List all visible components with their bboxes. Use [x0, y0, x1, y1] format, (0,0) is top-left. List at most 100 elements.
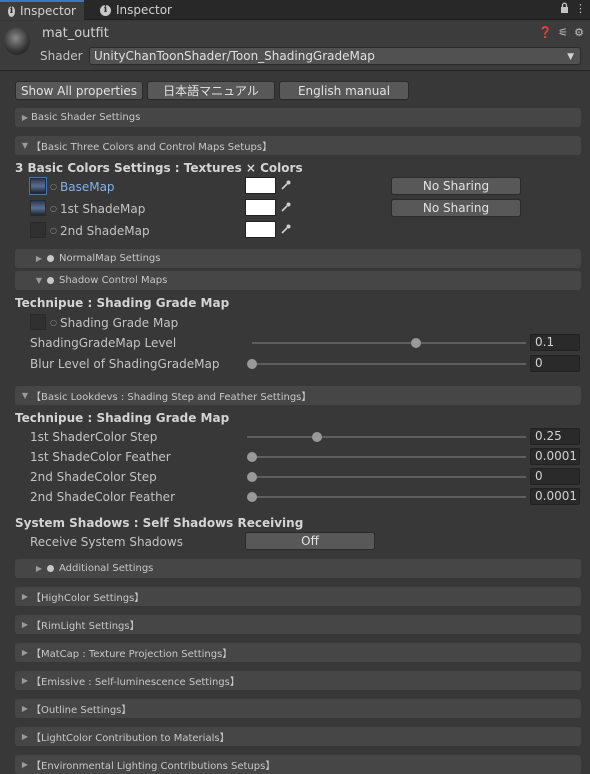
triangle-right-icon: ▶	[21, 620, 29, 629]
additional-settings-foldout[interactable]: ▶ Additional Settings	[15, 559, 581, 578]
1st-shader-color-step-field[interactable]: 0.25	[530, 428, 580, 445]
2nd-shade-color-feather-slider-knob[interactable]	[247, 492, 257, 502]
show-all-properties-button[interactable]: Show All properties	[15, 81, 143, 100]
emissive-settings-foldout[interactable]: ▶ 【Emissive : Self-luminescence Settings…	[15, 671, 581, 690]
1st-shademap-sharing-button[interactable]: No Sharing	[391, 199, 521, 217]
foldout-label: NormalMap Settings	[59, 253, 161, 264]
triangle-down-icon: ▼	[21, 141, 29, 150]
foldout-label: Basic Shader Settings	[31, 112, 141, 123]
foldout-label: Shadow Control Maps	[59, 275, 168, 286]
basemap-color-swatch[interactable]	[245, 177, 276, 194]
basemap-sharing-button[interactable]: No Sharing	[391, 177, 521, 195]
eyedropper-icon[interactable]	[277, 199, 294, 216]
basemap-texture-slot[interactable]	[29, 177, 47, 195]
2nd-shade-color-step-slider-track[interactable]	[252, 476, 526, 478]
triangle-right-icon: ▶	[21, 113, 29, 122]
normalmap-settings-foldout[interactable]: ▶ NormalMap Settings	[15, 249, 581, 268]
object-picker-icon[interactable]: ○	[50, 318, 57, 327]
blur-level-slider-knob[interactable]	[247, 359, 257, 369]
foldout-label: 【Basic Lookdevs : Shading Step and Feath…	[31, 392, 312, 403]
2nd-shademap-color-swatch[interactable]	[245, 221, 276, 238]
tab-inspector-1[interactable]: i Inspector	[0, 0, 84, 20]
receive-shadows-label: Receive System Shadows	[30, 535, 183, 549]
1st-shademap-label: 1st ShadeMap	[60, 202, 146, 216]
shader-value: UnityChanToonShader/Toon_ShadingGradeMap	[94, 49, 375, 63]
triangle-right-icon: ▶	[21, 760, 29, 769]
eyedropper-icon[interactable]	[277, 177, 294, 194]
foldout-label: 【Environmental Lighting Contributions Se…	[31, 761, 276, 772]
lookdev-technique-heading: Technipue : Shading Grade Map	[15, 411, 230, 425]
1st-shade-color-feather-slider-track[interactable]	[252, 456, 526, 458]
2nd-shademap-texture-slot[interactable]	[30, 222, 46, 238]
three-colors-foldout[interactable]: ▼ 【Basic Three Colors and Control Maps S…	[15, 136, 581, 155]
slider-label: 2nd ShadeColor Feather	[30, 490, 176, 504]
1st-shademap-color-swatch[interactable]	[245, 199, 276, 216]
shading-grade-level-field[interactable]: 0.1	[530, 334, 580, 351]
lightcolor-contribution-foldout[interactable]: ▶ 【LightColor Contribution to Materials】	[15, 727, 581, 746]
system-shadows-heading: System Shadows : Self Shadows Receiving	[15, 516, 304, 530]
lookdevs-foldout[interactable]: ▼ 【Basic Lookdevs : Shading Step and Fea…	[15, 386, 581, 405]
slider-label: ShadingGradeMap Level	[30, 336, 177, 350]
english-manual-button[interactable]: English manual	[279, 81, 409, 100]
material-preview-avatar	[4, 27, 30, 55]
object-picker-icon[interactable]: ○	[50, 204, 57, 213]
rimlight-settings-foldout[interactable]: ▶ 【RimLight Settings】	[15, 615, 581, 634]
preset-icon[interactable]: ⚟	[558, 26, 568, 39]
help-icon[interactable]: ❓	[539, 26, 553, 39]
shading-grade-level-slider-track[interactable]	[252, 342, 526, 344]
environmental-lighting-foldout[interactable]: ▶ 【Environmental Lighting Contributions …	[15, 755, 581, 774]
shading-grade-level-slider-knob[interactable]	[411, 338, 422, 348]
shader-dropdown[interactable]: UnityChanToonShader/Toon_ShadingGradeMap…	[89, 47, 581, 65]
triangle-right-icon: ▶	[35, 254, 43, 263]
1st-shade-color-feather-field[interactable]: 0.0001	[530, 448, 580, 465]
blur-level-field[interactable]: 0	[530, 355, 580, 372]
2nd-shade-color-step-slider-knob[interactable]	[247, 472, 257, 482]
foldout-label: 【LightColor Contribution to Materials】	[31, 733, 230, 744]
highcolor-settings-foldout[interactable]: ▶ 【HighColor Settings】	[15, 587, 581, 606]
triangle-right-icon: ▶	[21, 676, 29, 685]
basemap-label: BaseMap	[60, 180, 115, 194]
gear-icon[interactable]: ⚙	[574, 26, 584, 39]
shading-grade-map-label: Shading Grade Map	[60, 316, 179, 330]
bullet-icon	[47, 565, 54, 572]
receive-shadows-toggle-button[interactable]: Off	[245, 532, 375, 550]
blur-level-slider-track[interactable]	[252, 363, 526, 365]
material-name: mat_outfit	[42, 26, 109, 41]
foldout-label: 【Outline Settings】	[31, 705, 132, 716]
tab-label: Inspector	[116, 3, 172, 17]
slider-label: Blur Level of ShadingGradeMap	[30, 357, 220, 371]
foldout-label: 【Emissive : Self-luminescence Settings】	[31, 677, 240, 688]
tab-bar: i Inspector i Inspector ⋮	[0, 0, 590, 20]
1st-shademap-texture-slot[interactable]	[30, 200, 46, 216]
bullet-icon	[47, 255, 54, 262]
foldout-label: 【MatCap : Texture Projection Settings】	[31, 649, 233, 660]
foldout-label: 【HighColor Settings】	[31, 593, 145, 604]
more-menu-icon[interactable]: ⋮	[575, 2, 586, 15]
shading-grade-map-texture-slot[interactable]	[30, 314, 46, 330]
basic-shader-settings-foldout[interactable]: ▶ Basic Shader Settings	[15, 108, 581, 127]
outline-settings-foldout[interactable]: ▶ 【Outline Settings】	[15, 699, 581, 718]
triangle-right-icon: ▶	[21, 592, 29, 601]
2nd-shade-color-feather-field[interactable]: 0.0001	[530, 488, 580, 505]
object-picker-icon[interactable]: ○	[50, 182, 57, 191]
bullet-icon	[47, 277, 54, 284]
2nd-shade-color-step-field[interactable]: 0	[530, 468, 580, 485]
1st-shader-color-step-slider-knob[interactable]	[311, 432, 322, 442]
japanese-manual-button[interactable]: 日本語マニュアル	[147, 81, 275, 100]
triangle-right-icon: ▶	[21, 648, 29, 657]
material-header: mat_outfit ❓ ⚟ ⚙ Shader UnityChanToonSha…	[0, 21, 590, 71]
foldout-label: Additional Settings	[59, 563, 154, 574]
2nd-shade-color-feather-slider-track[interactable]	[252, 496, 526, 498]
tab-inspector-2[interactable]: i Inspector	[92, 0, 180, 20]
slider-label: 1st ShadeColor Feather	[30, 450, 171, 464]
shadow-technique-heading: Technipue : Shading Grade Map	[15, 296, 230, 310]
chevron-down-icon: ▼	[567, 52, 574, 62]
tab-controls: ⋮	[560, 2, 586, 15]
object-picker-icon[interactable]: ○	[50, 226, 57, 235]
shadow-control-maps-foldout[interactable]: ▼ Shadow Control Maps	[15, 271, 581, 290]
eyedropper-icon[interactable]	[277, 221, 294, 238]
1st-shade-color-feather-slider-knob[interactable]	[247, 452, 257, 462]
1st-shader-color-step-slider-track[interactable]	[247, 436, 526, 438]
lock-icon[interactable]	[560, 2, 569, 13]
matcap-settings-foldout[interactable]: ▶ 【MatCap : Texture Projection Settings】	[15, 643, 581, 662]
